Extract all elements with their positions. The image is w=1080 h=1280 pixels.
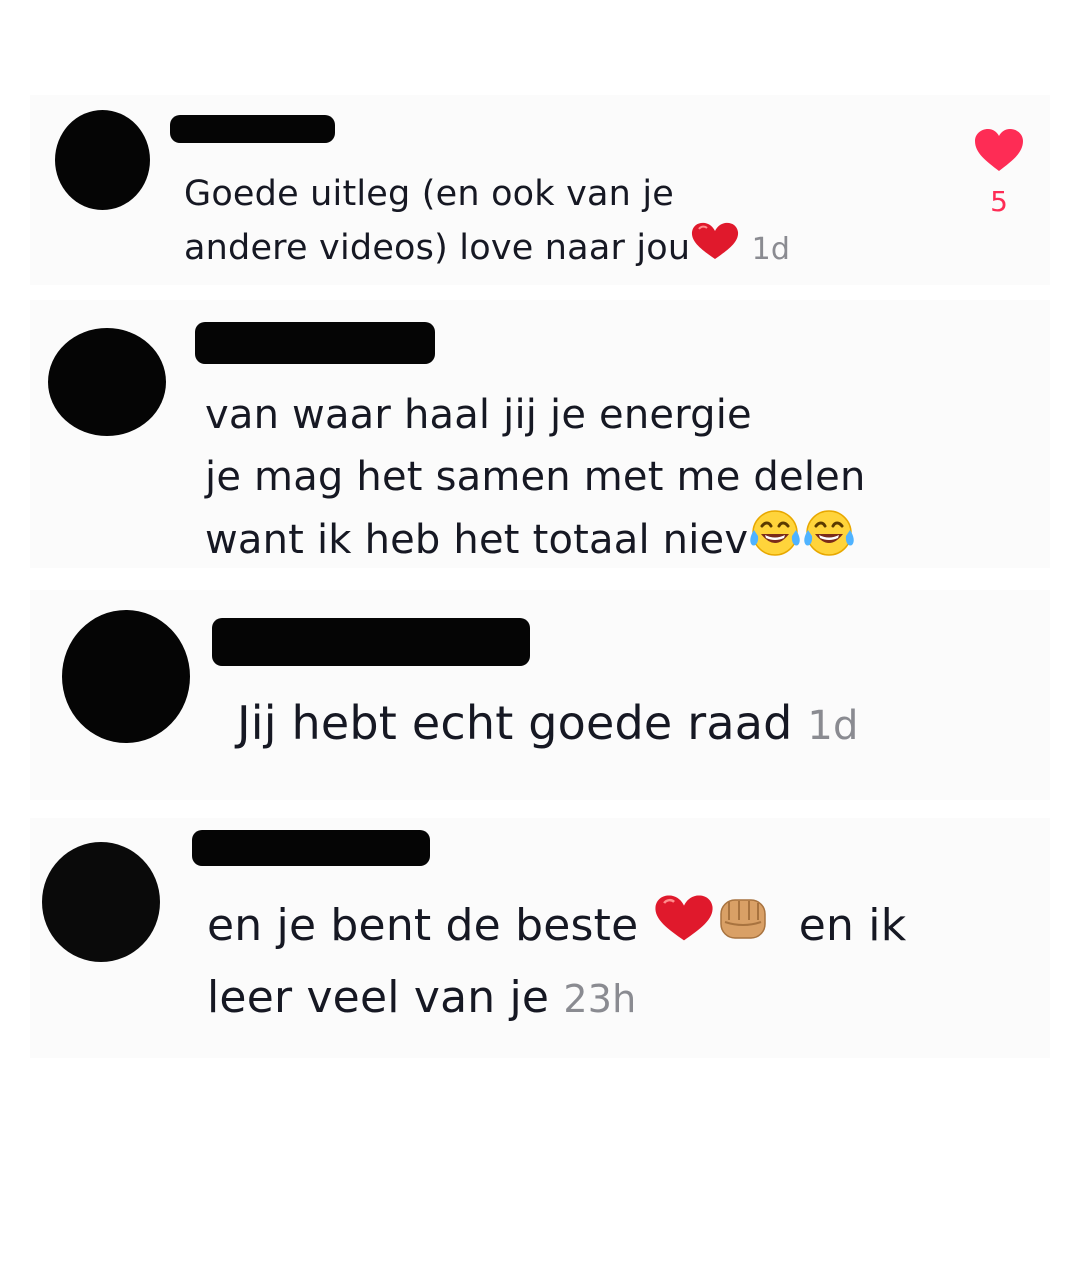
comment-timestamp: 1d [751,232,791,267]
comment-line: je mag het samen met me delen [205,454,866,500]
comment-line: Goede uitleg (en ook van je [184,174,675,214]
red-heart-emoji [653,893,715,963]
username-redaction [195,322,435,364]
avatar[interactable] [62,610,190,743]
like-count: 5 [990,185,1008,218]
heart-icon[interactable] [974,128,1024,172]
comment-line: leer veel van je [207,972,550,1023]
comment-line: van waar haal jij je energie [205,392,752,438]
username-redaction [212,618,530,666]
comment-line: en je bent de beste [207,900,639,951]
oncoming-fist-emoji [715,892,771,964]
comment-item[interactable]: van waar haal jij je energie je mag het … [30,300,1050,568]
comment-line-2: andere videos) love naar jou 1d [184,221,790,277]
red-heart-emoji [690,222,740,276]
comments-screen: { "comments": [ { "lines": ["Goede uitle… [0,0,1080,1280]
avatar[interactable] [55,110,150,210]
comment-item[interactable]: Jij hebt echt goede raad 1d [30,590,1050,800]
comment-line: want ik heb het totaal niev [205,517,749,563]
comment-item[interactable]: en je bent de beste en ik leer veel van … [30,818,1050,1058]
comment-text: Goede uitleg (en ook van je andere video… [184,167,790,277]
comment-timestamp: 23h [563,977,637,1021]
comment-line-3: want ik heb het totaal niev [205,508,866,576]
comment-line-1: en je bent de beste en ik [207,892,906,964]
face-with-tears-of-joy-emoji [802,508,856,576]
comment-text: Jij hebt echt goede raad 1d [237,690,859,759]
avatar[interactable] [48,328,166,436]
username-redaction [170,115,335,143]
comment-text: van waar haal jij je energie je mag het … [205,384,866,576]
username-redaction [192,830,430,866]
comment-line: andere videos) love naar jou [184,228,691,268]
avatar[interactable] [42,842,160,962]
comment-line: Jij hebt echt goede raad [237,696,793,750]
comment-timestamp: 1d [807,703,859,749]
comment-text: en je bent de beste en ik leer veel van … [207,892,906,1033]
face-with-tears-of-joy-emoji [748,508,802,576]
comment-line: en ik [798,900,907,951]
comment-line-2: leer veel van je 23h [207,964,906,1033]
comment-item[interactable]: Goede uitleg (en ook van je andere video… [30,95,1050,285]
